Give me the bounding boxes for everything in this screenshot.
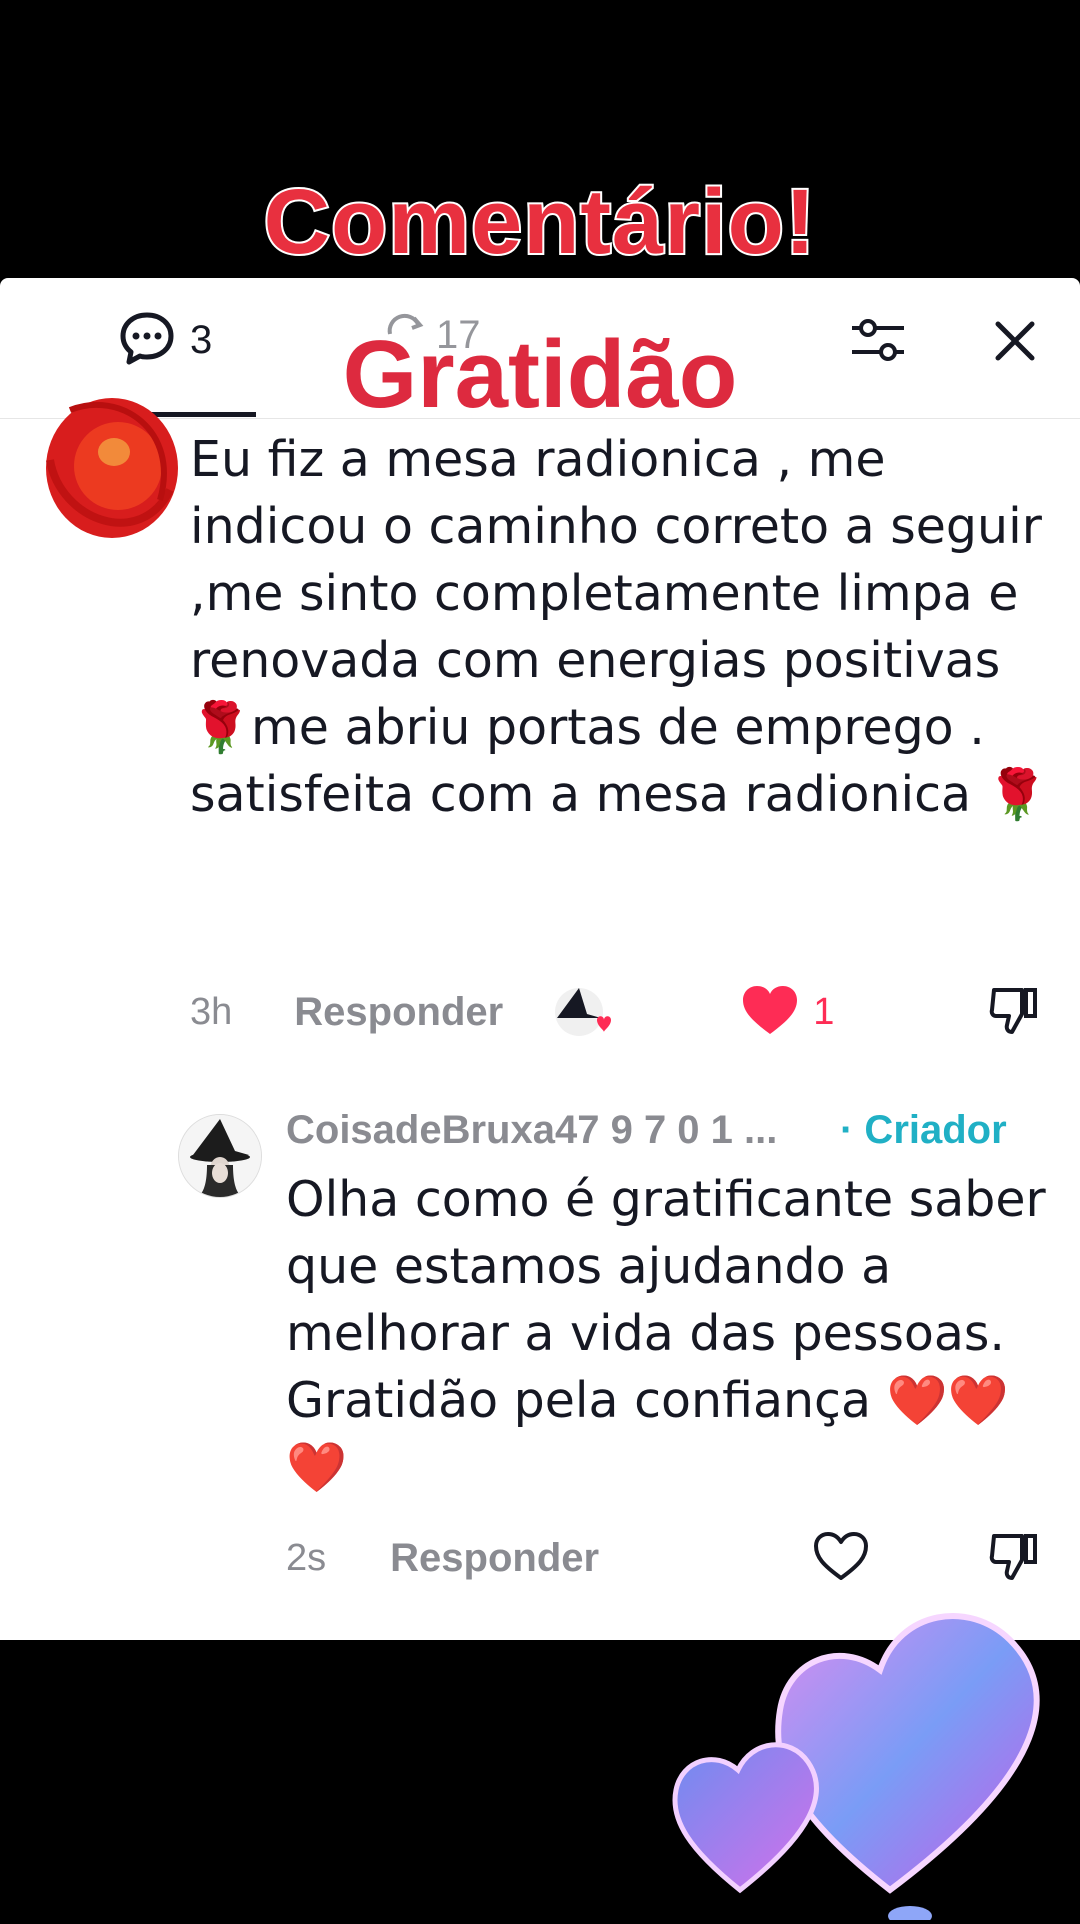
hearts-sticker [660,1590,1080,1924]
reply-text: Olha como é gratificante saber que estam… [286,1171,1046,1496]
comment-time: 3h [190,990,233,1033]
comment-text: Eu fiz a mesa radionica , me indicou o c… [190,431,1048,823]
reply-button[interactable]: Responder [294,990,503,1035]
overlay-title-comentario: Comentário! [262,169,818,275]
creator-badge: · Criador [840,1108,1007,1152]
creator-avatar[interactable] [178,1114,262,1198]
heart-filled-icon [741,984,799,1040]
overlay-title-gratidao: Gratidão [341,320,739,430]
reply-actions: 2s Responder [286,1528,1040,1588]
dislike-button[interactable] [988,984,1040,1040]
like-button[interactable]: 1 [741,984,834,1040]
reply-time: 2s [286,1536,327,1579]
like-count: 1 [813,990,835,1033]
heart-outline-icon [812,1532,870,1586]
creator-liked-avatar [553,984,613,1040]
reply-like-button[interactable] [812,1530,870,1586]
comment-actions: 3h Responder 1 [190,982,1040,1042]
reply-dislike-button[interactable] [988,1530,1040,1586]
dislike-icon [988,1534,1040,1586]
dislike-icon [988,988,1040,1040]
reply-reply-button[interactable]: Responder [390,1536,599,1581]
creator-username[interactable]: CoisadeBruxa47 9 7 0 1 ... [286,1108,777,1153]
